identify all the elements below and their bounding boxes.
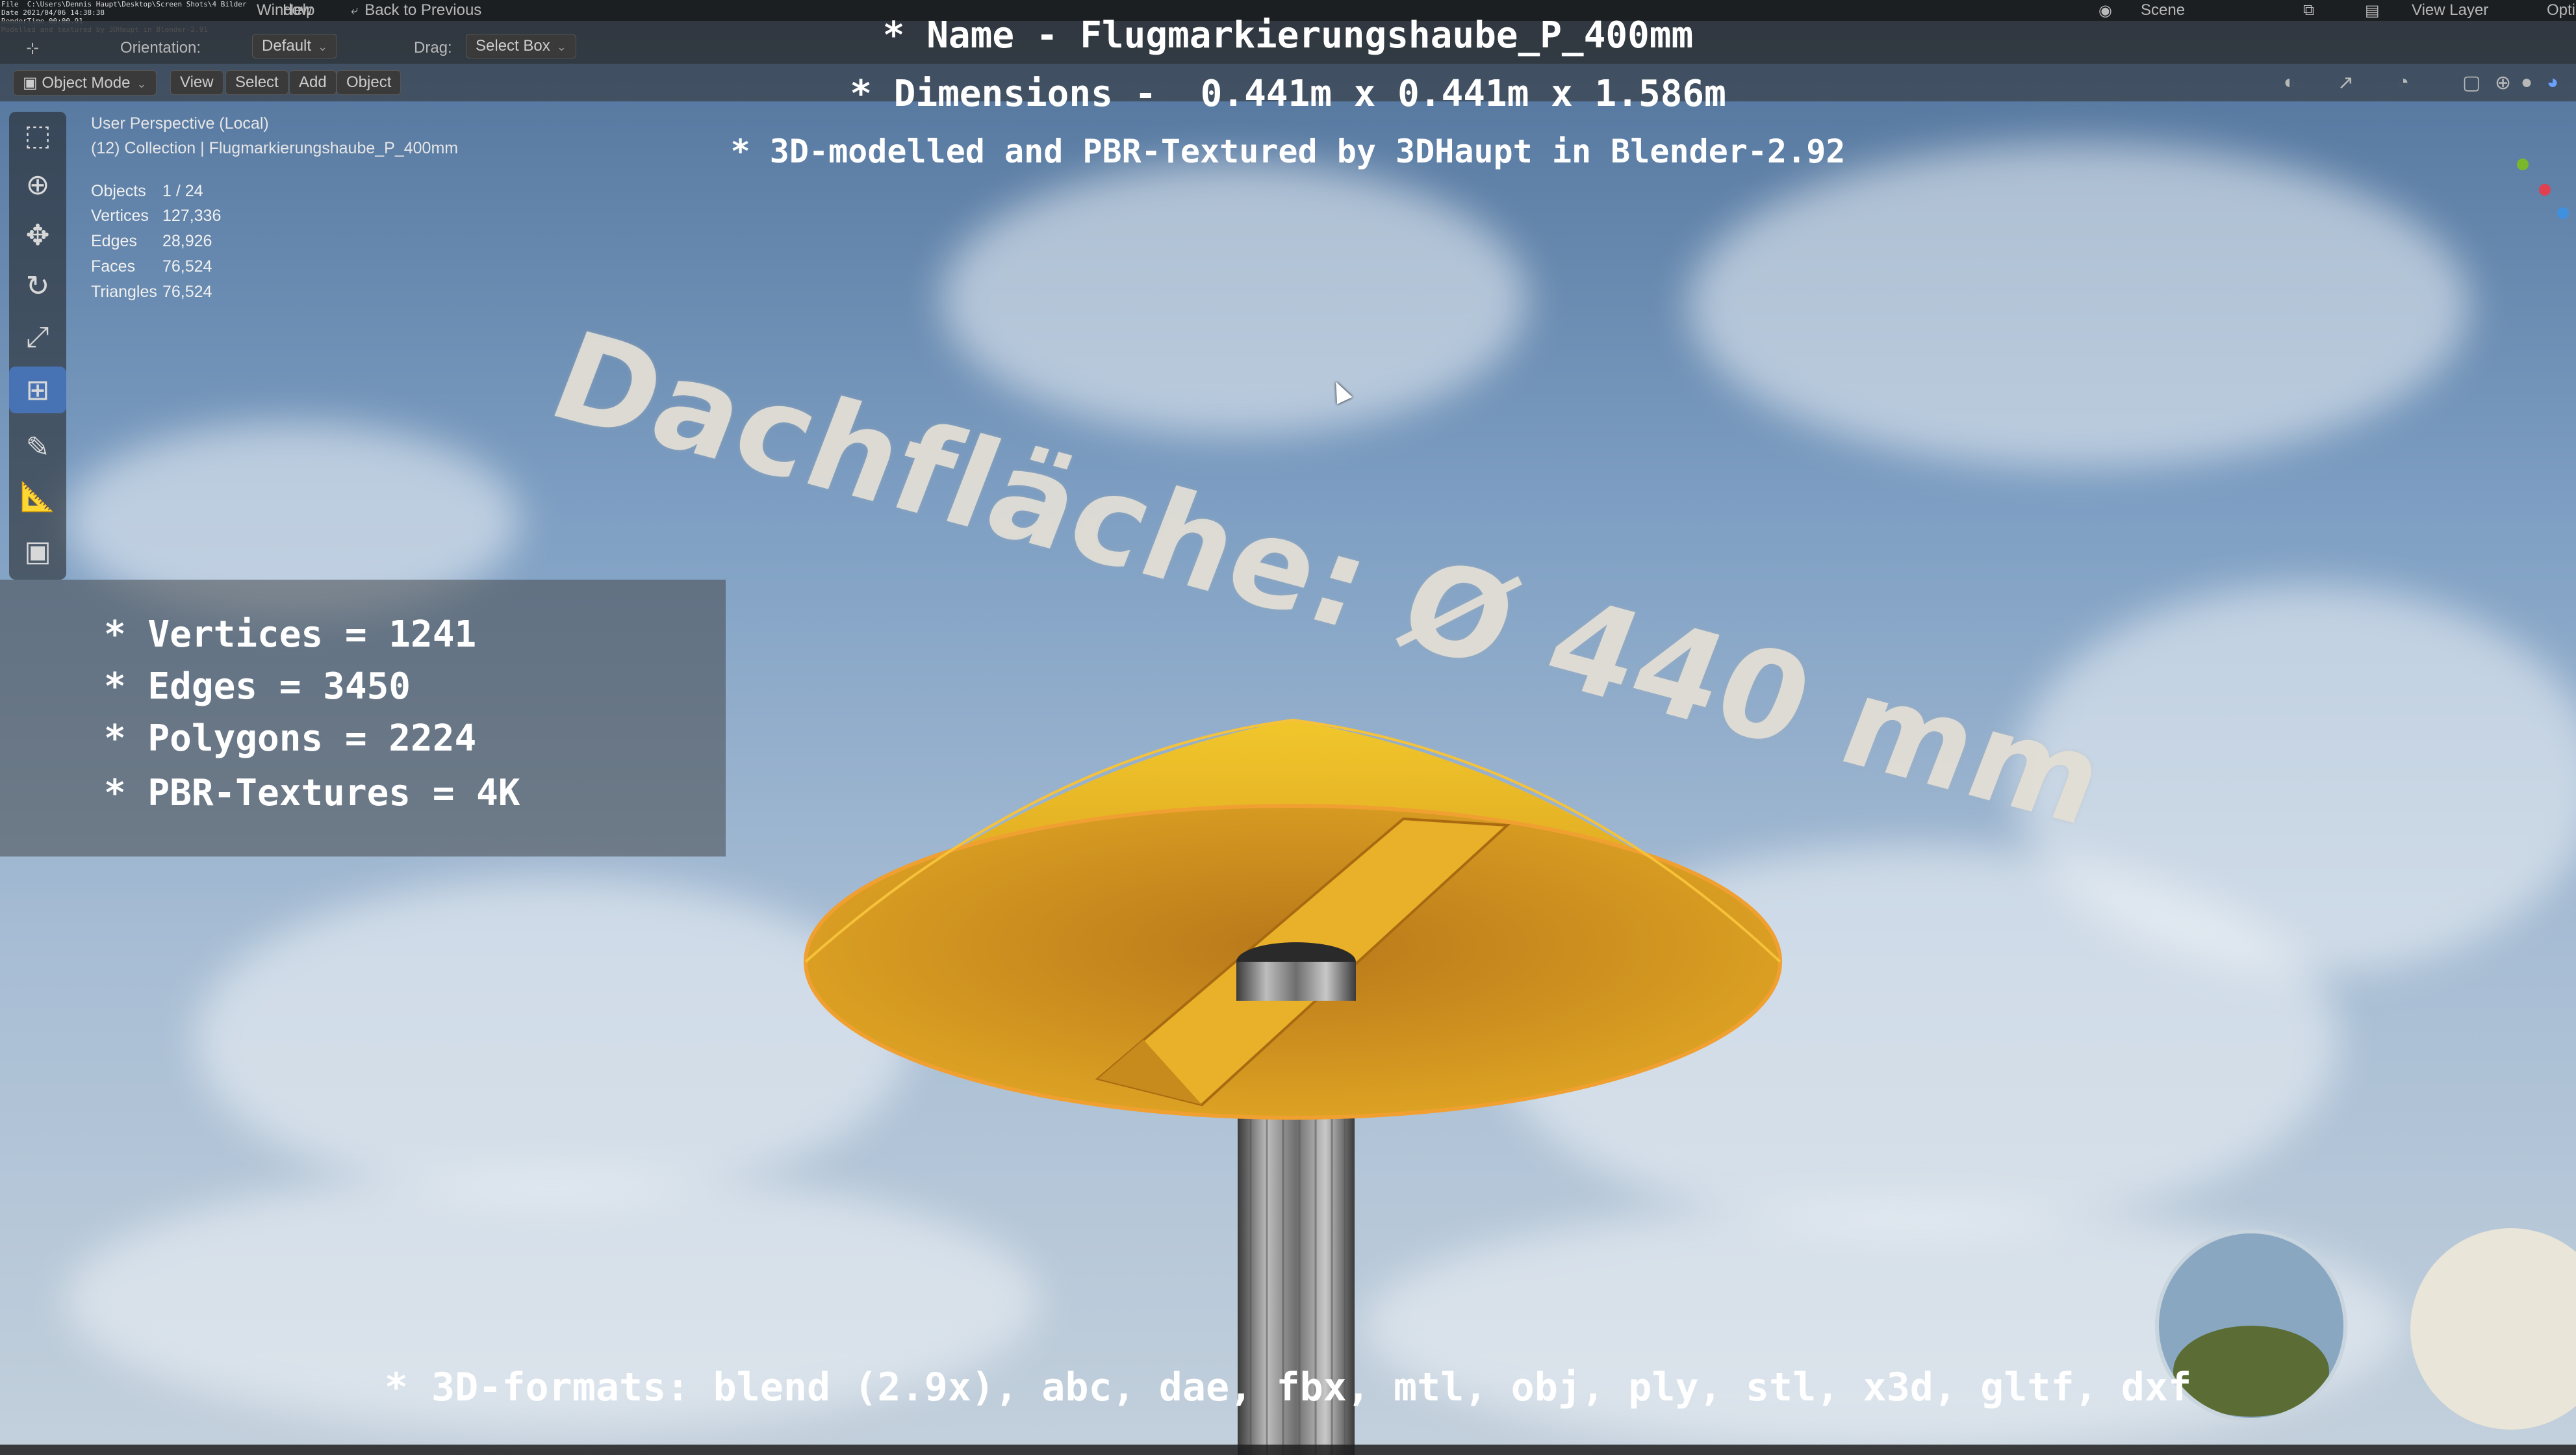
spec-vertices: * Vertices = 1241 — [104, 613, 477, 656]
spec-polygons: * Polygons = 2224 — [104, 717, 477, 760]
transform-tool-icon[interactable]: ⊞ — [9, 367, 66, 413]
title-name: * Name - Flugmarkierungshaube_P_400mm — [882, 14, 1694, 57]
measure-icon[interactable]: 📐 — [9, 473, 66, 520]
status-bar — [0, 1445, 2576, 1455]
move-icon[interactable]: ✥ — [9, 212, 66, 259]
specs-panel: * Vertices = 1241 * Edges = 3450 * Polyg… — [0, 580, 726, 856]
rotate-icon[interactable]: ↻ — [9, 263, 66, 309]
add-cube-icon[interactable]: ▣ — [9, 528, 66, 574]
stat-value: 76,524 — [162, 257, 212, 276]
stat-label: Faces — [91, 257, 136, 276]
spec-edges: * Edges = 3450 — [104, 665, 411, 708]
perspective-label: User Perspective (Local) — [91, 114, 269, 133]
stat-value: 1 / 24 — [162, 182, 203, 200]
formats-line: * 3D-formats: blend (2.9x), abc, dae, fb… — [384, 1365, 2192, 1410]
annotate-icon[interactable]: ✎ — [9, 424, 66, 470]
spec-textures: * PBR-Textures = 4K — [104, 772, 520, 814]
title-credit: * 3D-modelled and PBR-Textured by 3DHaup… — [730, 133, 1846, 170]
scale-icon[interactable]: ⤢ — [9, 313, 66, 360]
stat-label: Edges — [91, 232, 137, 250]
stat-value: 127,336 — [162, 207, 222, 225]
title-dimensions: * Dimensions - 0.441m x 0.441m x 1.586m — [850, 73, 1726, 115]
stat-label: Triangles — [91, 283, 157, 301]
stat-value: 76,524 — [162, 283, 212, 301]
stat-label: Objects — [91, 182, 146, 200]
stat-label: Vertices — [91, 207, 149, 225]
stat-value: 28,926 — [162, 232, 212, 250]
